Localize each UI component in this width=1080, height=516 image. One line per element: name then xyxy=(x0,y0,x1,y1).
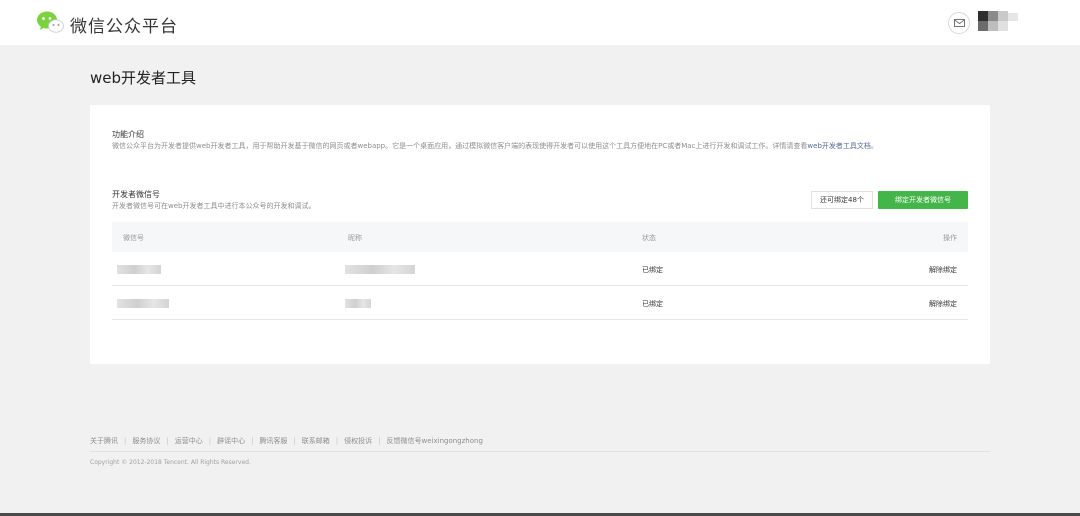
remaining-count: 还可绑定48个 xyxy=(811,191,873,209)
table-header: 微信号 昵称 状态 操作 xyxy=(112,222,968,252)
bind-developer-button[interactable]: 绑定开发者微信号 xyxy=(878,191,968,209)
footer-link-support[interactable]: 腾讯客服 xyxy=(259,437,287,445)
footer-link-operations[interactable]: 运营中心 xyxy=(175,437,203,445)
status-cell: 已绑定 xyxy=(642,266,663,274)
table-row: 已绑定 解除绑定 xyxy=(112,286,968,320)
wechat-logo-icon[interactable] xyxy=(36,10,64,34)
header-nickname: 昵称 xyxy=(348,234,362,242)
developers-description: 开发者微信号可在web开发者工具中进行本公众号的开发和调试。 xyxy=(112,202,316,210)
header-action: 操作 xyxy=(943,234,957,242)
intro-description: 微信公众平台为开发者提供web开发者工具，用于帮助开发基于微信的网页或者weba… xyxy=(112,140,968,152)
header-wechat-id: 微信号 xyxy=(123,234,144,242)
nickname-redacted xyxy=(345,299,371,308)
unbind-link[interactable]: 解除绑定 xyxy=(929,299,957,309)
mail-icon xyxy=(953,19,965,27)
unbind-link[interactable]: 解除绑定 xyxy=(929,265,957,275)
intro-text: 微信公众平台为开发者提供web开发者工具，用于帮助开发基于微信的网页或者weba… xyxy=(112,142,808,150)
header-status: 状态 xyxy=(642,234,656,242)
nickname-redacted xyxy=(345,265,415,274)
doc-link[interactable]: web开发者工具文档 xyxy=(807,142,870,150)
avatar[interactable] xyxy=(978,11,1020,35)
brand-title[interactable]: 微信公众平台 xyxy=(70,12,178,37)
page-title: web开发者工具 xyxy=(90,69,197,87)
top-bar: 微信公众平台 xyxy=(0,0,1080,45)
wechat-id-redacted xyxy=(117,265,161,274)
footer-link-email[interactable]: 联系邮箱 xyxy=(302,437,330,445)
footer-link-infringement[interactable]: 侵权投诉 xyxy=(344,437,372,445)
status-cell: 已绑定 xyxy=(642,300,663,308)
copyright: Copyright © 2012-2018 Tencent. All Right… xyxy=(90,459,251,466)
table-row: 已绑定 解除绑定 xyxy=(112,252,968,286)
footer-links: 关于腾讯 | 服务协议 | 运营中心 | 辟谣中心 | 腾讯客服 | 联系邮箱 | 侵权投诉 | 反馈微信号… xyxy=(90,437,483,445)
wechat-id-redacted xyxy=(117,299,169,308)
intro-end: 。 xyxy=(870,142,878,150)
intro-title: 功能介绍 xyxy=(112,130,144,139)
footer-link-rumor[interactable]: 辟谣中心 xyxy=(217,437,245,445)
footer-divider xyxy=(90,451,990,452)
main-card: 功能介绍 微信公众平台为开发者提供web开发者工具，用于帮助开发基于微信的网页或… xyxy=(90,105,990,364)
mail-button[interactable] xyxy=(948,12,970,34)
footer-link-terms[interactable]: 服务协议 xyxy=(132,437,160,445)
developers-title: 开发者微信号 xyxy=(112,190,160,199)
footer-link-about[interactable]: 关于腾讯 xyxy=(90,437,118,445)
footer-link-feedback[interactable]: 反馈微信号weixingongzhong xyxy=(387,437,483,445)
